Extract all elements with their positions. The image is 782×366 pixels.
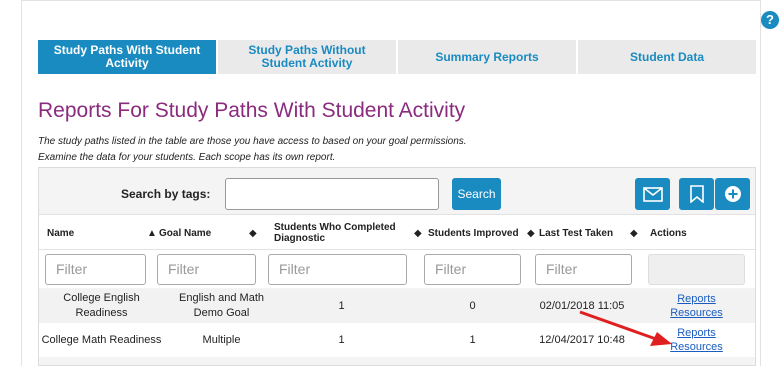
resources-link[interactable]: Resources (670, 340, 723, 354)
cell-goal: English and Math Demo Goal (179, 292, 264, 319)
page-title: Reports For Study Paths With Student Act… (38, 99, 466, 122)
description-line: The study paths listed in the table are … (38, 136, 467, 147)
sort-icon[interactable]: ◆ (249, 228, 257, 239)
cell-actions: Reports Resources (648, 289, 745, 323)
envelope-icon (642, 186, 663, 202)
filter-goal-input[interactable]: Filter (157, 254, 256, 285)
header-label: Goal Name (159, 227, 212, 239)
search-button[interactable]: Search (452, 178, 501, 210)
table-row: College English Readiness English and Ma… (39, 289, 755, 323)
description-line: Examine the data for your students. Each… (38, 152, 336, 163)
cell-last-test: 12/04/2017 10:48 (539, 333, 625, 346)
cell-improved: 0 (469, 299, 476, 312)
column-last-test[interactable]: Last Test Taken (539, 215, 629, 251)
header-label: Name (47, 227, 75, 239)
resources-link[interactable]: Resources (670, 306, 723, 320)
column-goal-name[interactable]: Goal Name (159, 215, 249, 251)
search-label: Search by tags: (121, 187, 211, 201)
filter-completed-input[interactable]: Filter (268, 254, 407, 285)
reports-link[interactable]: Reports (677, 326, 716, 340)
filter-name-input[interactable]: Filter (45, 254, 146, 285)
column-actions: Actions (650, 215, 730, 251)
filter-last-test-input[interactable]: Filter (535, 254, 632, 285)
help-icon[interactable]: ? (761, 11, 779, 29)
filter-improved-input[interactable]: Filter (424, 254, 521, 285)
table-row: College Math Readiness Multiple 1 1 12/0… (39, 323, 755, 357)
add-button[interactable] (715, 178, 750, 210)
header-label: Students Improved (428, 227, 519, 239)
cell-actions: Reports Resources (648, 323, 745, 357)
column-completed-diagnostic[interactable]: Students Who Completed Diagnostic (274, 215, 404, 251)
reports-link[interactable]: Reports (677, 292, 716, 306)
cell-goal: Multiple (202, 333, 241, 346)
tab-bar: Study Paths With Student Activity Study … (38, 40, 756, 74)
tab-without-activity[interactable]: Study Paths Without Student Activity (218, 40, 396, 74)
cell-name: College Math Readiness (41, 333, 162, 346)
email-button[interactable] (635, 178, 670, 210)
filter-row: Filter Filter Filter Filter Filter (39, 250, 755, 288)
search-input[interactable] (225, 178, 439, 210)
cell-completed: 1 (338, 299, 345, 312)
cell-improved: 1 (469, 333, 476, 346)
sort-icon[interactable]: ◆ (414, 228, 422, 239)
cell-name: College English Readiness (63, 292, 140, 319)
tab-student-data[interactable]: Student Data (578, 40, 756, 74)
tab-with-activity[interactable]: Study Paths With Student Activity (38, 40, 216, 74)
header-label: Last Test Taken (539, 227, 614, 239)
sort-asc-icon[interactable]: ▲ (147, 228, 157, 239)
page-description: The study paths listed in the table are … (38, 134, 467, 166)
table-header: Name ▲ Goal Name ◆ Students Who Complete… (39, 214, 755, 250)
plus-circle-icon (724, 186, 741, 202)
cell-last-test: 02/01/2018 11:05 (539, 299, 625, 312)
bookmark-icon (689, 185, 704, 203)
bookmark-button[interactable] (679, 178, 714, 210)
header-label: Students Who Completed Diagnostic (274, 222, 396, 244)
filter-actions-disabled (648, 254, 745, 285)
column-name[interactable]: Name (47, 215, 147, 251)
header-label: Actions (650, 227, 687, 239)
sort-icon[interactable]: ◆ (630, 228, 638, 239)
cell-completed: 1 (338, 333, 345, 346)
column-students-improved[interactable]: Students Improved (428, 215, 528, 251)
sort-icon[interactable]: ◆ (527, 228, 535, 239)
tab-summary-reports[interactable]: Summary Reports (398, 40, 576, 74)
